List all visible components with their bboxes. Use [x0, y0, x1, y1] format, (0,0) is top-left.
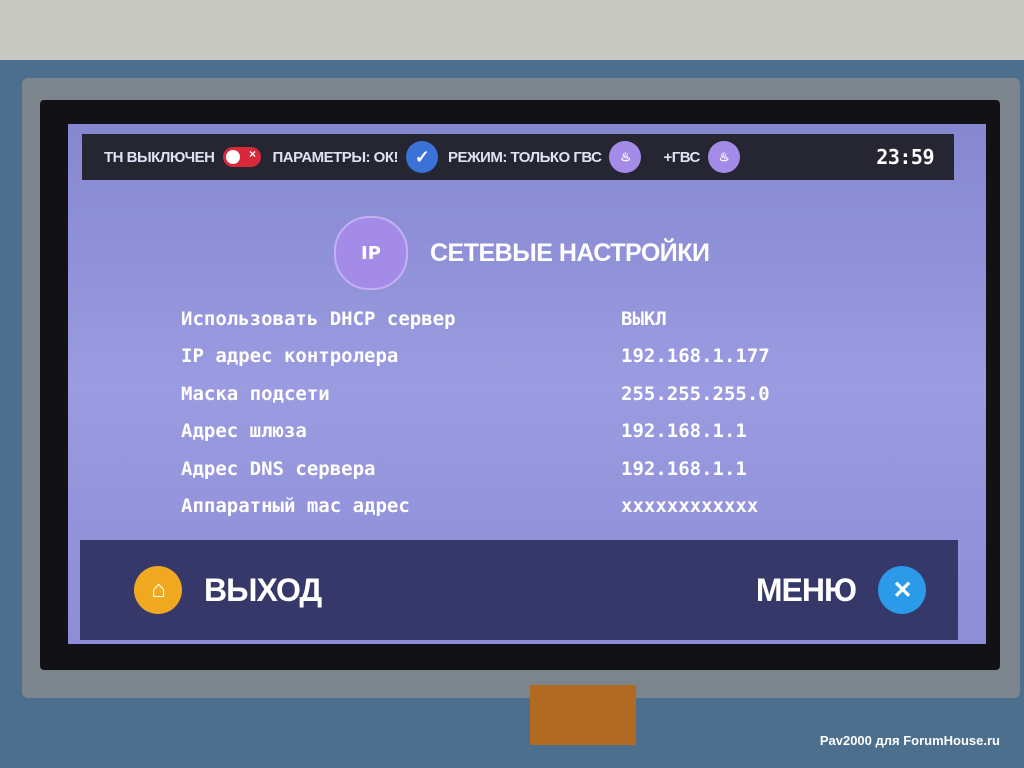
- page-header: IP СЕТЕВЫЕ НАСТРОЙКИ: [334, 216, 710, 290]
- setting-row[interactable]: Адрес шлюза 192.168.1.1: [181, 413, 770, 451]
- setting-value: xxxxxxxxxxxx: [621, 495, 759, 518]
- mode-status: РЕЖИМ: ТОЛЬКО ГВС: [447, 148, 602, 166]
- setting-row[interactable]: Использовать DHCP сервер ВЫКЛ: [181, 300, 770, 338]
- setting-value[interactable]: 255.255.255.0: [621, 383, 770, 405]
- hot-water-extra-icon[interactable]: ♨: [707, 141, 740, 173]
- clock: 23:59: [876, 145, 934, 169]
- setting-row[interactable]: Адрес DNS сервера 192.168.1.1: [181, 450, 770, 488]
- setting-label: Адрес DNS сервера: [181, 457, 376, 480]
- tools-icon: ✕: [878, 566, 926, 614]
- setting-label: IP адрес контролера: [181, 345, 399, 368]
- setting-label: Использовать DHCP сервер: [181, 307, 456, 330]
- lcd-screen: ТН ВЫКЛЮЧЕН ПАРАМЕТРЫ: ОК! ✓ РЕЖИМ: ТОЛЬ…: [68, 124, 986, 644]
- hot-water-icon[interactable]: ♨: [609, 141, 642, 173]
- setting-row[interactable]: IP адрес контролера 192.168.1.177: [181, 338, 770, 376]
- settings-list: Использовать DHCP сервер ВЫКЛ IP адрес ко…: [181, 300, 770, 525]
- menu-label: МЕНЮ: [755, 571, 857, 608]
- heat-pump-toggle-icon[interactable]: [222, 147, 261, 167]
- setting-label: Аппаратный mac адрес: [181, 495, 410, 518]
- ip-icon-text: IP: [361, 242, 381, 264]
- flex-cable: [530, 685, 636, 745]
- extra-mode: +ГВС: [663, 148, 700, 166]
- setting-row[interactable]: Аппаратный mac адрес xxxxxxxxxxxx: [181, 488, 770, 526]
- setting-value[interactable]: 192.168.1.177: [621, 345, 770, 367]
- page-title: СЕТЕВЫЕ НАСТРОЙКИ: [430, 238, 710, 267]
- network-ip-icon: IP: [334, 216, 408, 290]
- setting-value[interactable]: ВЫКЛ: [621, 308, 667, 330]
- setting-label: Маска подсети: [181, 382, 330, 405]
- setting-value[interactable]: 192.168.1.1: [621, 458, 747, 480]
- status-bar: ТН ВЫКЛЮЧЕН ПАРАМЕТРЫ: ОК! ✓ РЕЖИМ: ТОЛЬ…: [82, 134, 954, 180]
- bottom-bar: ⌂ ВЫХОД МЕНЮ ✕: [80, 540, 958, 640]
- exit-label: ВЫХОД: [204, 571, 322, 608]
- menu-button[interactable]: МЕНЮ ✕: [756, 566, 926, 614]
- setting-label: Адрес шлюза: [181, 420, 307, 443]
- setting-value[interactable]: 192.168.1.1: [621, 420, 747, 442]
- home-icon: ⌂: [134, 566, 182, 614]
- check-icon: ✓: [405, 141, 438, 173]
- heat-pump-status: ТН ВЫКЛЮЧЕН: [104, 148, 215, 166]
- setting-row[interactable]: Маска подсети 255.255.255.0: [181, 375, 770, 413]
- watermark: Pav2000 для ForumHouse.ru: [819, 733, 1000, 748]
- params-status: ПАРАМЕТРЫ: ОК!: [272, 148, 399, 166]
- exit-button[interactable]: ⌂ ВЫХОД: [134, 566, 322, 614]
